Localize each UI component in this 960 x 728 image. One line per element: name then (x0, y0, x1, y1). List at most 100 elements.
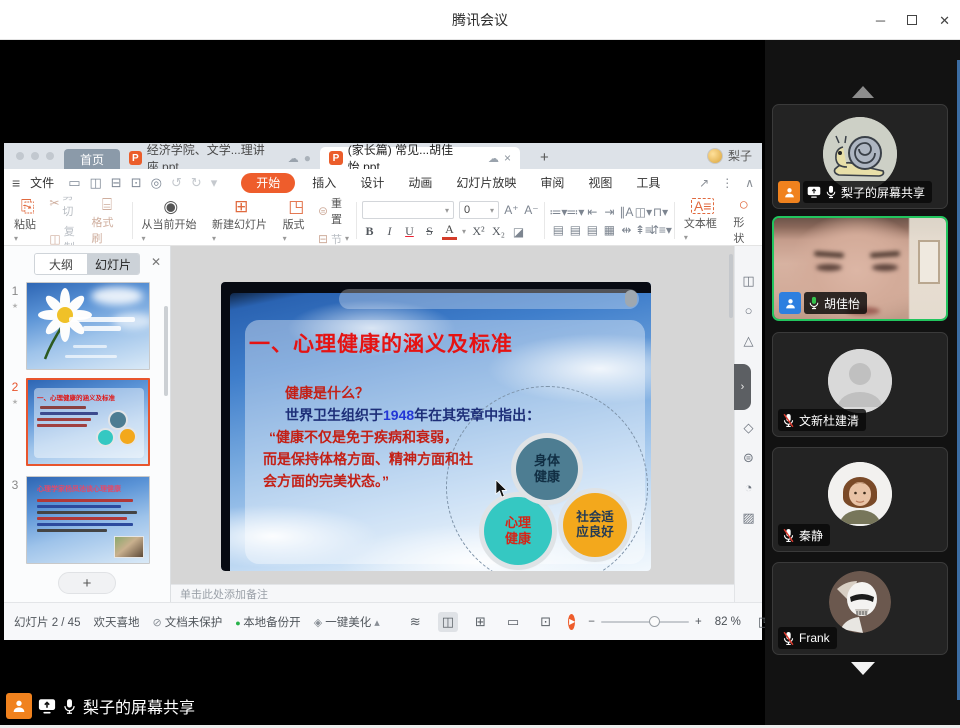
beautify-button[interactable]: ◈ 一键美化 ▴ (314, 614, 380, 630)
menu-start-active[interactable]: 开始 (241, 173, 295, 193)
notes-view-icon[interactable]: ≋ (406, 612, 425, 632)
redo-icon[interactable]: ↻ (191, 175, 202, 191)
more-options-icon[interactable]: ⋮ (721, 176, 733, 190)
theme-name[interactable]: 欢天喜地 (93, 614, 139, 630)
tab-slides[interactable]: 幻灯片 (87, 254, 139, 274)
zoom-level[interactable]: 82 % (715, 616, 741, 628)
print-icon[interactable]: ⊟ (111, 175, 122, 191)
menu-design[interactable]: 设计 (353, 174, 391, 191)
history-tool-icon[interactable]: ◔ (745, 481, 753, 494)
line-spacing-icon[interactable]: ⇵≡▾ (649, 224, 672, 236)
participant-tile-lizi[interactable]: 梨子的屏幕共享 (772, 104, 948, 209)
open-icon[interactable]: ▭ (68, 175, 80, 191)
clear-format-icon[interactable]: ◪ (511, 226, 526, 238)
slide-2-thumbnail-selected[interactable]: 一、心理健康的涵义及标准 (26, 378, 150, 466)
add-slide-button[interactable]: + (58, 572, 116, 594)
section-button[interactable]: ⊟ 节 ▾ (318, 231, 351, 247)
zoom-slider[interactable] (601, 621, 689, 623)
hamburger-menu-icon[interactable]: ≡ (12, 175, 20, 191)
panel-close-icon[interactable]: ✕ (151, 255, 161, 269)
align-left-icon[interactable]: ▤ (551, 224, 566, 236)
slideshow-play-button[interactable]: ▶ (568, 614, 575, 630)
share-doc-icon[interactable]: ↗ (699, 176, 709, 190)
align-right-icon[interactable]: ▤ (585, 224, 600, 236)
settings-tool-icon[interactable]: ⊜ (743, 451, 754, 464)
object-layers-icon[interactable]: ◫ (742, 274, 754, 287)
decrease-indent-icon[interactable]: ⇤ (585, 206, 600, 218)
decrease-font-icon[interactable]: A⁻ (524, 204, 539, 216)
participant-tile-wenxin[interactable]: 文新杜建清 (772, 332, 948, 437)
participant-tile-hujiayi[interactable]: 胡佳怡 (772, 216, 948, 321)
menu-tools[interactable]: 工具 (629, 174, 667, 191)
new-tab-button[interactable]: + (534, 145, 555, 169)
play-from-current-button[interactable]: ◉ 从当前开始 ▾ (138, 197, 205, 245)
reset-button[interactable]: ⊜ 重置 (318, 196, 351, 227)
menu-slideshow[interactable]: 幻灯片放映 (449, 174, 523, 191)
participant-tile-frank[interactable]: Frank (772, 562, 948, 655)
columns-icon[interactable]: ◫▾ (635, 206, 652, 218)
align-center-icon[interactable]: ▤ (568, 224, 583, 236)
reading-view-icon[interactable]: ▭ (503, 612, 523, 632)
presenter-view-icon[interactable]: ⊡ (536, 612, 555, 632)
bold-button[interactable]: B (362, 224, 377, 239)
participant-tile-qinjing[interactable]: 秦静 (772, 447, 948, 552)
account-area[interactable]: 梨子 (707, 147, 752, 164)
numbered-list-icon[interactable]: ≕▾ (566, 206, 584, 218)
panel-scrollbar[interactable] (164, 306, 168, 396)
collapse-ribbon-icon[interactable]: ∧ (745, 176, 754, 190)
slide-1-thumbnail[interactable] (26, 282, 150, 370)
font-size-combo[interactable]: 0 ▾ (459, 201, 499, 219)
text-direction-icon[interactable]: ∥A (619, 206, 634, 218)
copy-button[interactable]: ◫ 复制 (49, 223, 83, 247)
tab-document-2-active[interactable]: P (家长篇) 常见...胡佳怡.ppt ☁ × (320, 147, 520, 169)
cut-button[interactable]: ✂ 剪切 (49, 196, 83, 219)
slide-3-thumbnail[interactable]: 心理学家杨凤池谈心理健康 (26, 476, 150, 564)
strikethrough-button[interactable]: S (422, 224, 437, 239)
menu-view[interactable]: 视图 (581, 174, 619, 191)
backup-status[interactable]: ● 本地备份开 (235, 614, 300, 630)
shapes-tool-icon[interactable]: ○ (745, 304, 753, 317)
quick-caret-icon[interactable]: ▾ (211, 175, 218, 191)
underline-button[interactable]: U (402, 224, 417, 239)
zoom-in-button[interactable]: + (695, 616, 702, 628)
superscript-button[interactable]: X² (471, 224, 486, 239)
font-color-button[interactable]: A (442, 223, 457, 239)
text-box-button[interactable]: A≡ 文本框 ▾ (680, 197, 726, 244)
bullet-list-icon[interactable]: ≔▾ (549, 206, 567, 218)
maximize-button[interactable] (907, 15, 917, 25)
zoom-out-button[interactable]: − (588, 616, 595, 628)
scroll-down-arrow[interactable] (851, 662, 875, 675)
increase-font-icon[interactable]: A⁺ (504, 204, 519, 216)
design-tool-icon[interactable]: △ (744, 334, 754, 347)
tab-outline[interactable]: 大纲 (35, 254, 87, 274)
export-icon[interactable]: ⊡ (131, 175, 142, 191)
font-family-combo[interactable]: ▾ (362, 201, 454, 219)
italic-button[interactable]: I (382, 224, 397, 239)
zoom-slider-knob[interactable] (649, 616, 660, 627)
menu-animation[interactable]: 动画 (401, 174, 439, 191)
tab-home[interactable]: 首页 (64, 149, 120, 169)
layout-button[interactable]: ◳ 版式 ▾ (279, 197, 314, 245)
text-align-top-icon[interactable]: ⊓▾ (653, 206, 668, 218)
tab-document-1[interactable]: P 经济学院、文学...理讲座.ppt ☁ ● (120, 147, 320, 169)
doc-protect-status[interactable]: ⊘ 文档未保护 (152, 614, 222, 630)
undo-icon[interactable]: ↺ (171, 175, 182, 191)
paste-button[interactable]: ⎘ 粘贴 ▾ (10, 197, 45, 245)
effects-tool-icon[interactable]: ◇ (744, 421, 754, 434)
tab-close-icon[interactable]: × (504, 151, 511, 165)
menu-file[interactable]: 文件 (30, 174, 54, 191)
notes-bar[interactable]: 单击此处添加备注 (171, 584, 734, 602)
menu-review[interactable]: 审阅 (533, 174, 571, 191)
normal-view-icon[interactable]: ◫ (438, 612, 458, 632)
increase-indent-icon[interactable]: ⇥ (602, 206, 617, 218)
justify-icon[interactable]: ▦ (602, 224, 617, 236)
menu-insert[interactable]: 插入 (305, 174, 343, 191)
distribute-icon[interactable]: ⇹ (619, 224, 634, 236)
expand-panel-handle[interactable]: › (734, 364, 751, 410)
canvas-scrollbar[interactable] (729, 254, 733, 318)
current-slide[interactable]: 一、心理健康的涵义及标准 健康是什么？ 世界卫生组织于1948年在其宪章中指出：… (221, 282, 651, 571)
format-painter-button[interactable]: ⌸ 格式刷 (88, 196, 127, 246)
image-tool-icon[interactable]: ▨ (742, 511, 754, 524)
scroll-up-arrow[interactable] (852, 86, 874, 98)
new-slide-button[interactable]: ⊞ 新建幻灯片 ▾ (208, 197, 275, 245)
